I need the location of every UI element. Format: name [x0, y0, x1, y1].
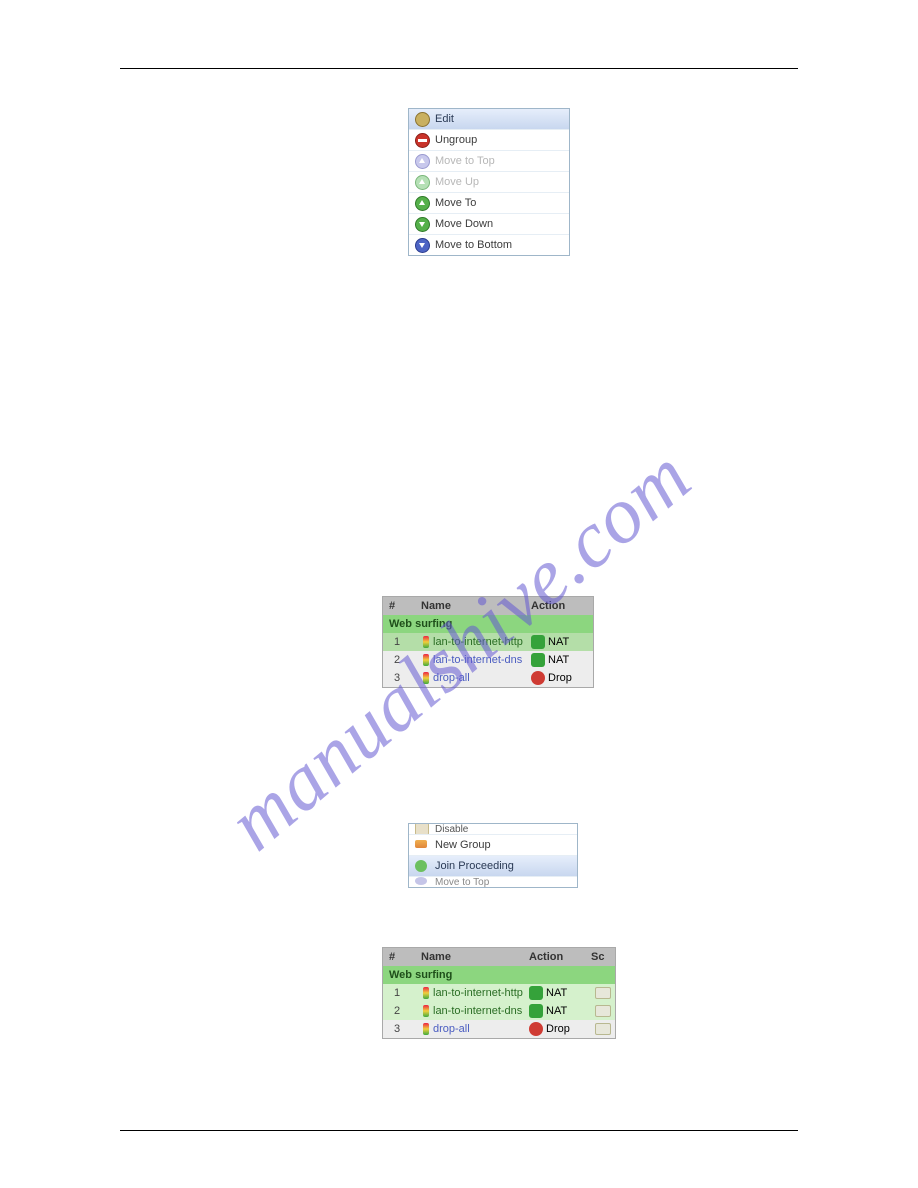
table-row[interactable]: 3 drop-all Drop: [383, 669, 593, 687]
table-header: # Name Action: [383, 597, 593, 615]
rule-name[interactable]: lan-to-internet-dns: [433, 1002, 522, 1020]
col-number: #: [383, 948, 417, 966]
move-up-icon: [415, 175, 430, 190]
table-row[interactable]: 2 lan-to-internet-dns NAT: [383, 1002, 615, 1020]
row-number: 3: [383, 1020, 411, 1038]
col-number: #: [383, 597, 417, 615]
ungroup-icon: [415, 133, 430, 148]
menu-move-down[interactable]: Move Down: [409, 214, 569, 235]
group-context-menu: Edit Ungroup Move to Top Move Up Move To…: [408, 108, 570, 256]
drop-icon: [531, 671, 545, 685]
action-text: Drop: [546, 1020, 570, 1038]
rule-name[interactable]: lan-to-internet-http: [433, 984, 523, 1002]
row-number: 1: [383, 633, 411, 651]
row-number: 2: [383, 651, 411, 669]
menu-label: Move Down: [435, 218, 493, 230]
move-to-icon: [415, 196, 430, 211]
move-bottom-icon: [415, 238, 430, 253]
col-sc: Sc: [591, 948, 615, 966]
nat-icon: [531, 635, 545, 649]
row-number: 1: [383, 984, 411, 1002]
menu-new-group[interactable]: New Group: [409, 835, 577, 856]
rule-name[interactable]: lan-to-internet-http: [433, 633, 523, 651]
group-header[interactable]: Web surfing: [383, 615, 593, 633]
menu-label: Move Up: [435, 176, 479, 188]
row-number: 2: [383, 1002, 411, 1020]
menu-label: Edit: [435, 113, 454, 125]
group-header[interactable]: Web surfing: [383, 966, 615, 984]
move-top-icon: [415, 154, 430, 169]
header-rule: [120, 68, 798, 69]
action-text: NAT: [546, 1002, 567, 1020]
table-header: # Name Action Sc: [383, 948, 615, 966]
menu-label: Move to Top: [435, 877, 489, 887]
drop-icon: [529, 1022, 543, 1036]
menu-label: Move to Top: [435, 155, 495, 167]
table-row[interactable]: 1 lan-to-internet-http NAT: [383, 633, 593, 651]
menu-move-up: Move Up: [409, 172, 569, 193]
new-group-icon: [415, 840, 427, 848]
menu-disable-cut[interactable]: Disable: [409, 824, 577, 835]
action-text: NAT: [548, 633, 569, 651]
menu-join-proceeding[interactable]: Join Proceeding: [409, 856, 577, 877]
traffic-icon: [423, 636, 429, 648]
menu-label: New Group: [435, 839, 491, 851]
row-number: 3: [383, 669, 411, 687]
schedule-icon: [595, 1005, 611, 1017]
schedule-icon: [595, 1023, 611, 1035]
menu-label: Disable: [435, 824, 468, 835]
col-name: Name: [417, 948, 529, 966]
col-action: Action: [529, 948, 591, 966]
menu-label: Join Proceeding: [435, 860, 514, 872]
col-name: Name: [417, 597, 531, 615]
action-text: Drop: [548, 669, 572, 687]
move-down-icon: [415, 217, 430, 232]
rule-name[interactable]: lan-to-internet-dns: [433, 651, 522, 669]
menu-move-to[interactable]: Move To: [409, 193, 569, 214]
nat-icon: [529, 1004, 543, 1018]
nat-icon: [531, 653, 545, 667]
menu-label: Ungroup: [435, 134, 477, 146]
rule-name[interactable]: drop-all: [433, 669, 470, 687]
traffic-icon: [423, 1005, 429, 1017]
rule-name[interactable]: drop-all: [433, 1020, 470, 1038]
table-row[interactable]: 1 lan-to-internet-http NAT: [383, 984, 615, 1002]
schedule-icon: [595, 987, 611, 999]
join-icon: [415, 860, 427, 872]
traffic-icon: [423, 672, 429, 684]
menu-edit[interactable]: Edit: [409, 109, 569, 130]
rules-table-2: # Name Action Sc Web surfing 1 lan-to-in…: [382, 947, 616, 1039]
menu-label: Move To: [435, 197, 476, 209]
menu-move-to-top: Move to Top: [409, 151, 569, 172]
table-row[interactable]: 3 drop-all Drop: [383, 1020, 615, 1038]
traffic-icon: [423, 654, 429, 666]
rules-table-1: # Name Action Web surfing 1 lan-to-inter…: [382, 596, 594, 688]
footer-rule: [120, 1130, 798, 1131]
move-top-icon: [415, 877, 427, 885]
traffic-icon: [423, 1023, 429, 1035]
menu-move-top-cut[interactable]: Move to Top: [409, 877, 577, 887]
menu-move-to-bottom[interactable]: Move to Bottom: [409, 235, 569, 255]
col-action: Action: [531, 597, 593, 615]
action-text: NAT: [546, 984, 567, 1002]
menu-ungroup[interactable]: Ungroup: [409, 130, 569, 151]
nat-icon: [529, 986, 543, 1000]
rule-context-menu-partial: Disable New Group Join Proceeding Move t…: [408, 823, 578, 888]
traffic-icon: [423, 987, 429, 999]
edit-icon: [415, 112, 430, 127]
table-row[interactable]: 2 lan-to-internet-dns NAT: [383, 651, 593, 669]
menu-label: Move to Bottom: [435, 239, 512, 251]
action-text: NAT: [548, 651, 569, 669]
disable-icon: [415, 824, 429, 835]
